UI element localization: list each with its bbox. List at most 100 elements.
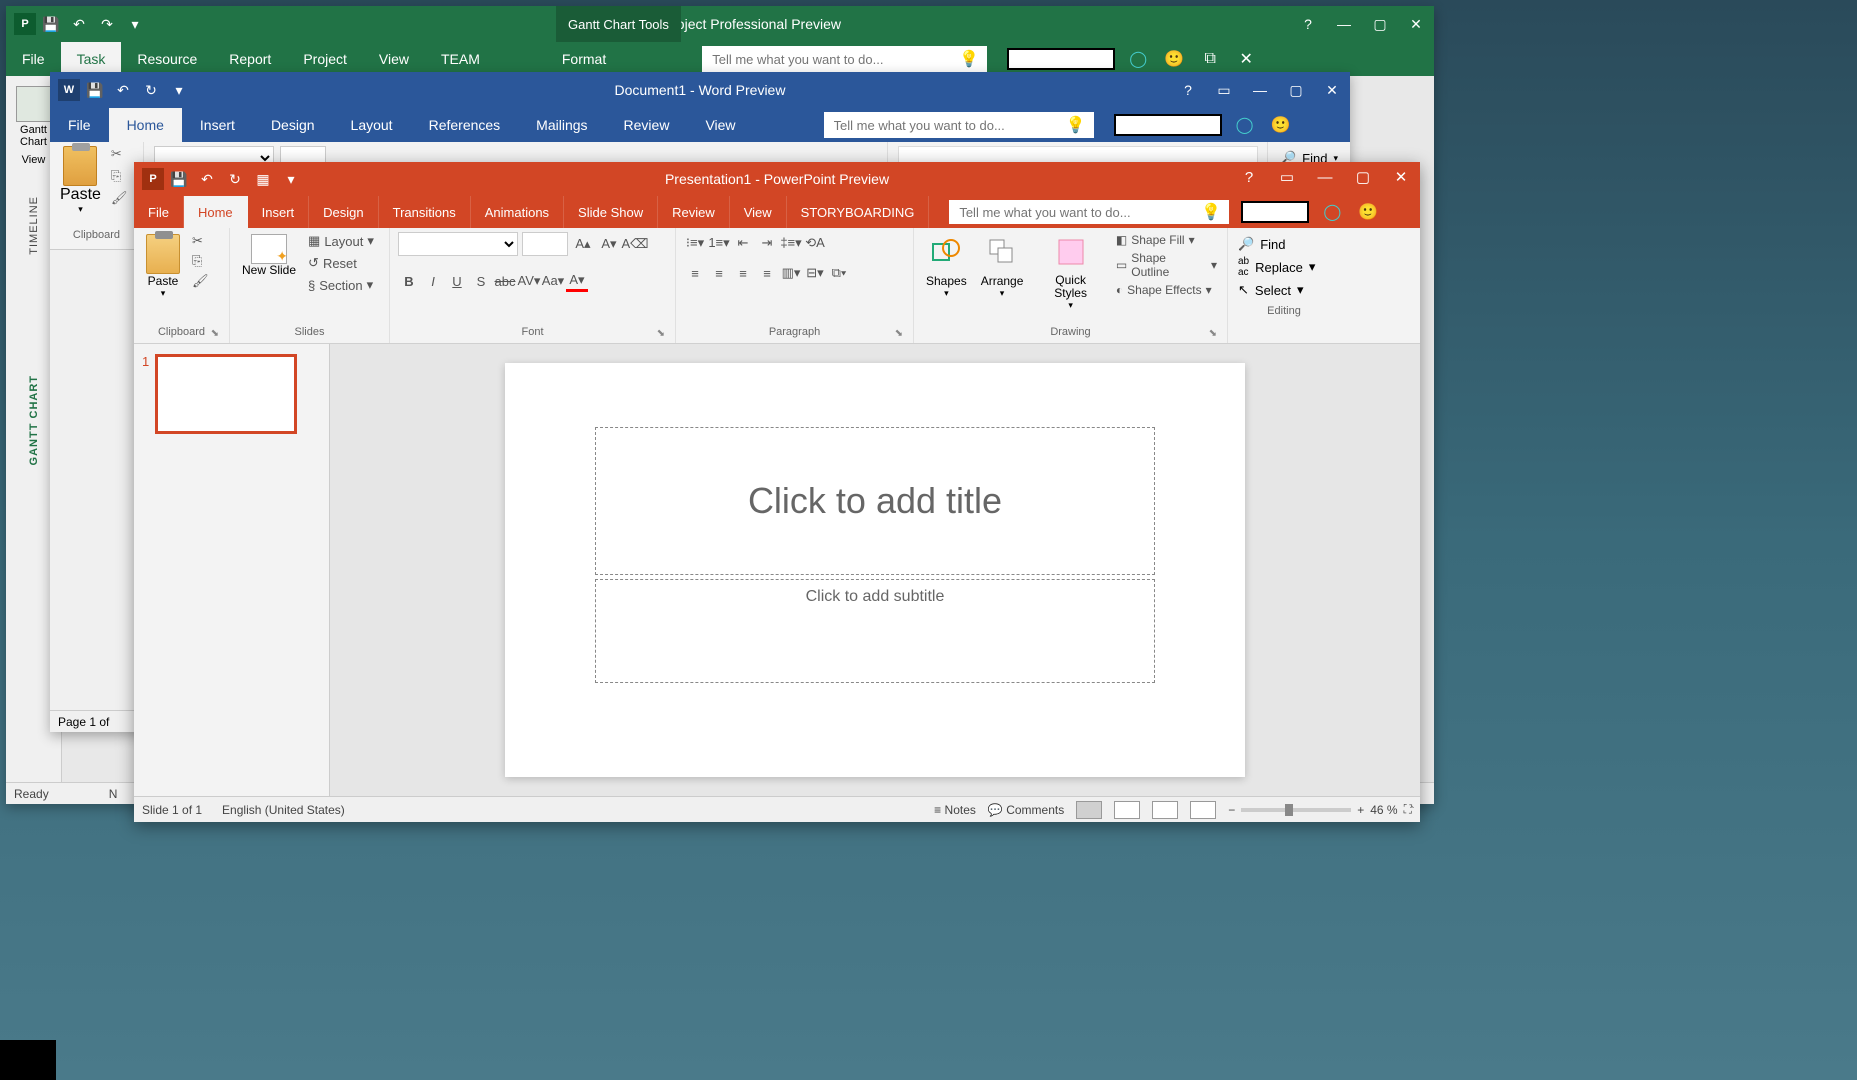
tab-project[interactable]: Project <box>287 42 363 76</box>
tab-file[interactable]: File <box>50 108 109 142</box>
ribbon-options-icon[interactable]: ▭ <box>1268 162 1306 192</box>
bullets-button[interactable]: ⁝≡▾ <box>684 232 706 254</box>
help-icon[interactable]: ? <box>1230 162 1268 192</box>
tab-team[interactable]: TEAM <box>425 42 496 76</box>
tab-review[interactable]: Review <box>658 196 730 228</box>
increase-indent-button[interactable]: ⇥ <box>756 232 778 254</box>
tab-report[interactable]: Report <box>213 42 287 76</box>
maximize-icon[interactable]: ▢ <box>1344 162 1382 192</box>
normal-view-button[interactable] <box>1076 801 1102 819</box>
sync-icon[interactable]: ◯ <box>1232 112 1258 138</box>
drawing-launcher-icon[interactable]: ⬊ <box>1209 328 1217 339</box>
paste-button[interactable]: Paste ▾ <box>60 146 101 215</box>
close-icon[interactable]: ✕ <box>1382 162 1420 192</box>
layout-button[interactable]: ▦Layout ▾ <box>306 232 376 250</box>
tab-task[interactable]: Task <box>61 42 122 76</box>
zoom-slider[interactable] <box>1241 808 1351 812</box>
share-icon[interactable]: ⧉ <box>1197 46 1223 72</box>
comments-button[interactable]: 💬 Comments <box>988 803 1064 817</box>
strike-button[interactable]: abc <box>494 270 516 292</box>
copy-icon[interactable]: ⎘ <box>111 168 133 186</box>
cut-icon[interactable]: ✂ <box>111 146 133 164</box>
help-icon[interactable]: ? <box>1170 75 1206 105</box>
section-button[interactable]: §Section ▾ <box>306 276 376 294</box>
minimize-icon[interactable]: — <box>1326 9 1362 39</box>
redo-icon[interactable]: ↷ <box>98 15 116 33</box>
shape-fill-button[interactable]: ◧Shape Fill ▾ <box>1114 232 1219 248</box>
cut-icon[interactable]: ✂ <box>190 232 211 250</box>
close-icon[interactable]: ✕ <box>1314 75 1350 105</box>
close-icon[interactable]: ✕ <box>1398 9 1434 39</box>
tab-transitions[interactable]: Transitions <box>379 196 471 228</box>
user-account-box[interactable] <box>1241 201 1309 223</box>
tab-home[interactable]: Home <box>184 196 248 228</box>
change-case-button[interactable]: Aa▾ <box>542 270 564 292</box>
tellme-input[interactable] <box>702 46 987 72</box>
minimize-icon[interactable]: — <box>1306 162 1344 192</box>
tab-view[interactable]: View <box>730 196 787 228</box>
qat-more-icon[interactable]: ▾ <box>282 170 300 188</box>
new-slide-button[interactable]: New Slide <box>238 232 300 279</box>
shape-outline-button[interactable]: ▭Shape Outline ▾ <box>1114 250 1219 280</box>
save-icon[interactable]: 💾 <box>86 81 104 99</box>
align-center-button[interactable]: ≡ <box>708 262 730 284</box>
tab-format[interactable]: Format <box>546 42 622 76</box>
shapes-button[interactable]: Shapes▾ <box>922 232 971 301</box>
tab-layout[interactable]: Layout <box>333 108 411 142</box>
quick-styles-button[interactable]: Quick Styles▾ <box>1033 232 1107 313</box>
tab-insert[interactable]: Insert <box>182 108 253 142</box>
tab-file[interactable]: File <box>134 196 184 228</box>
justify-button[interactable]: ≡ <box>756 262 778 284</box>
underline-button[interactable]: U <box>446 270 468 292</box>
decrease-indent-button[interactable]: ⇤ <box>732 232 754 254</box>
feedback-smile-icon[interactable]: 🙂 <box>1355 199 1381 225</box>
paragraph-launcher-icon[interactable]: ⬊ <box>895 328 903 339</box>
slide-canvas[interactable]: Click to add title Click to add subtitle <box>330 344 1420 796</box>
slide-thumbnails-panel[interactable]: 1 <box>134 344 330 796</box>
undo-icon[interactable]: ↶ <box>198 170 216 188</box>
arrange-button[interactable]: Arrange▾ <box>977 232 1028 301</box>
tab-insert[interactable]: Insert <box>248 196 310 228</box>
collapse-ribbon-icon[interactable]: ˆ <box>1410 804 1414 818</box>
feedback-smile-icon[interactable]: 🙂 <box>1268 112 1294 138</box>
replace-button[interactable]: abacReplace ▾ <box>1238 256 1330 278</box>
tab-slideshow[interactable]: Slide Show <box>564 196 658 228</box>
tab-file[interactable]: File <box>6 42 61 76</box>
font-launcher-icon[interactable]: ⬊ <box>657 328 665 339</box>
text-direction-button[interactable]: ⟲A <box>804 232 826 254</box>
language-status[interactable]: English (United States) <box>222 803 345 817</box>
font-family-select[interactable] <box>398 232 518 256</box>
numbering-button[interactable]: 1≡▾ <box>708 232 730 254</box>
undo-icon[interactable]: ↶ <box>70 15 88 33</box>
format-painter-icon[interactable]: 🖌 <box>190 272 211 290</box>
smartart-button[interactable]: ⧉▾ <box>828 262 850 284</box>
ribbon-options-icon[interactable]: ▭ <box>1206 75 1242 105</box>
taskbar-app[interactable] <box>0 1040 56 1080</box>
columns-button[interactable]: ▥▾ <box>780 262 802 284</box>
copy-icon[interactable]: ⎘ <box>190 252 211 270</box>
char-spacing-button[interactable]: AV▾ <box>518 270 540 292</box>
maximize-icon[interactable]: ▢ <box>1362 9 1398 39</box>
tab-design[interactable]: Design <box>253 108 333 142</box>
subtitle-placeholder[interactable]: Click to add subtitle <box>595 579 1155 683</box>
help-icon[interactable]: ? <box>1290 9 1326 39</box>
tab-animations[interactable]: Animations <box>471 196 564 228</box>
decrease-font-icon[interactable]: A▾ <box>598 233 620 255</box>
sync-icon[interactable]: ◯ <box>1125 46 1151 72</box>
user-account-box[interactable] <box>1114 114 1222 136</box>
undo-icon[interactable]: ↶ <box>114 81 132 99</box>
minimize-icon[interactable]: — <box>1242 75 1278 105</box>
slide-1-thumbnail[interactable] <box>155 354 297 434</box>
select-button[interactable]: ↖Select ▾ <box>1238 282 1330 298</box>
tellme-input[interactable] <box>949 200 1229 224</box>
zoom-in-button[interactable]: + <box>1357 803 1364 817</box>
slide-counter[interactable]: Slide 1 of 1 <box>142 803 202 817</box>
gantt-tools-context-tab[interactable]: Gantt Chart Tools <box>556 6 681 42</box>
format-painter-icon[interactable]: 🖌 <box>111 190 133 208</box>
start-from-beginning-icon[interactable]: ▦ <box>254 170 272 188</box>
tellme-input[interactable] <box>824 112 1094 138</box>
tab-mailings[interactable]: Mailings <box>518 108 605 142</box>
bold-button[interactable]: B <box>398 270 420 292</box>
user-account-box[interactable] <box>1007 48 1115 70</box>
redo-icon[interactable]: ↻ <box>142 81 160 99</box>
